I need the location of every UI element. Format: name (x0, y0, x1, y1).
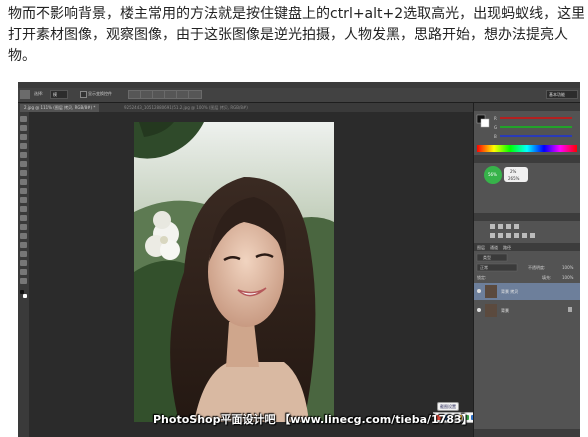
layer-thumbnail (485, 285, 497, 298)
opacity-label: 不透明度: (528, 264, 545, 270)
eyedropper-tool-icon[interactable] (20, 161, 27, 167)
lock-icon (568, 307, 572, 312)
fill-label: 填充: (542, 274, 551, 280)
background-color-swatch[interactable] (23, 294, 27, 298)
adjust-percent-a: 2% (510, 169, 517, 174)
red-slider[interactable] (500, 117, 572, 119)
adjustment-hue-icon[interactable] (498, 233, 503, 238)
quick-select-tool-icon[interactable] (20, 143, 27, 149)
dodge-tool-icon[interactable] (20, 224, 27, 230)
healing-tool-icon[interactable] (20, 170, 27, 176)
marquee-tool-icon[interactable] (20, 125, 27, 131)
lock-label: 锁定: (477, 274, 486, 280)
zoom-tool-icon[interactable] (20, 278, 27, 284)
hand-tool-icon[interactable] (20, 269, 27, 275)
layer-name: 背景 (501, 307, 509, 313)
show-transform-label: 显示变换控件 (88, 91, 112, 96)
panels-art: R G B 56% 2% 265% 图层 通道 路径 类型 正常 不透明度: 1… (474, 103, 580, 437)
portrait-image (134, 122, 334, 422)
opacity-value: 100% (562, 265, 574, 270)
layer-name: 背景 拷贝 (501, 288, 518, 294)
blend-mode-value: 正常 (480, 264, 488, 270)
color-b-label: B (494, 134, 497, 139)
history-brush-tool-icon[interactable] (20, 197, 27, 203)
color-g-label: G (494, 125, 497, 130)
float-toolbar-title[interactable]: 截图设置 (437, 402, 459, 411)
mode-select[interactable]: 模 (50, 90, 68, 99)
layers-footer (474, 429, 580, 437)
tab-document-1[interactable]: 2.jpg @ 111% (图层 拷贝, RGB/8#) * (20, 104, 100, 112)
adjust-main-percent: 56% (488, 172, 497, 177)
article-line-1: 物而不影响背景，楼主常用的方法就是按住键盘上的ctrl+alt+2选取高光，出现… (8, 6, 584, 22)
background-color-swatch[interactable] (480, 118, 490, 128)
tab-document-2[interactable]: 9252443_10512880691(51.2.jpg @ 100% (图层 … (120, 104, 252, 112)
article-line-3: 物。 (8, 48, 36, 64)
adjustment-vibrance-icon[interactable] (490, 233, 495, 238)
shape-tool-icon[interactable] (20, 260, 27, 266)
color-r-label: R (494, 116, 497, 121)
color-spectrum[interactable] (477, 145, 577, 152)
portrait-photo (134, 122, 334, 422)
adjustment-photo-filter-icon[interactable] (522, 233, 527, 238)
tab-paths: 路径 (503, 244, 511, 250)
article-line-2: 打开素材图像，观察图像，由于这张图像是逆光拍摄，人物发黑，思路开始，想办法提亮人 (8, 27, 568, 43)
adjustment-levels-icon[interactable] (498, 224, 503, 229)
lasso-tool-icon[interactable] (20, 134, 27, 140)
show-transform-checkbox[interactable] (80, 91, 87, 98)
type-tool-icon[interactable] (20, 242, 27, 248)
adjustment-curves-icon[interactable] (506, 224, 511, 229)
blue-slider[interactable] (500, 135, 572, 137)
photoshop-screenshot: 选择: 模 显示变换控件 基本功能 2.jpg @ 111% (图层 拷贝, R… (18, 82, 580, 437)
eraser-tool-icon[interactable] (20, 206, 27, 212)
layer-thumbnail (485, 304, 497, 317)
adjustment-exposure-icon[interactable] (514, 224, 519, 229)
adjust-percent-b: 265% (508, 176, 520, 181)
gradient-tool-icon[interactable] (20, 215, 27, 221)
align-button[interactable] (188, 90, 202, 99)
crop-tool-icon[interactable] (20, 152, 27, 158)
pen-tool-icon[interactable] (20, 233, 27, 239)
options-bar: 选择: 模 显示变换控件 基本功能 (18, 88, 580, 103)
move-tool-icon[interactable] (20, 90, 30, 99)
eye-icon[interactable] (477, 308, 481, 312)
adjustment-bw-icon[interactable] (514, 233, 519, 238)
layer-filter-label: 类型 (483, 254, 491, 260)
stamp-tool-icon[interactable] (20, 188, 27, 194)
adjustment-brightness-icon[interactable] (490, 224, 495, 229)
adjustment-balance-icon[interactable] (506, 233, 511, 238)
tab-layers: 图层 (477, 244, 485, 250)
adjustment-mixer-icon[interactable] (530, 233, 535, 238)
right-panels: R G B 56% 2% 265% 图层 通道 路径 类型 正常 不透明度: 1… (473, 103, 580, 437)
watermark-text: PhotoShop平面设计吧 【www.linecg.com/tieba/178… (153, 413, 473, 426)
path-select-tool-icon[interactable] (20, 251, 27, 257)
document-tabs: 2.jpg @ 111% (图层 拷贝, RGB/8#) * 9252443_1… (18, 103, 473, 112)
green-slider[interactable] (500, 126, 572, 128)
move-tool-icon[interactable] (20, 116, 27, 122)
fill-value: 100% (562, 275, 574, 280)
layer-filter-select[interactable] (476, 253, 508, 262)
tab-channels: 通道 (490, 244, 498, 250)
workspace-select[interactable]: 基本功能 (546, 90, 578, 99)
brush-tool-icon[interactable] (20, 179, 27, 185)
article-text: 物而不影响背景，楼主常用的方法就是按住键盘上的ctrl+alt+2选取高光，出现… (8, 4, 584, 67)
tool-label: 选择: (34, 91, 44, 96)
eye-icon[interactable] (477, 289, 481, 293)
document-canvas[interactable]: 截图设置 (29, 112, 479, 437)
tools-panel (18, 112, 29, 437)
